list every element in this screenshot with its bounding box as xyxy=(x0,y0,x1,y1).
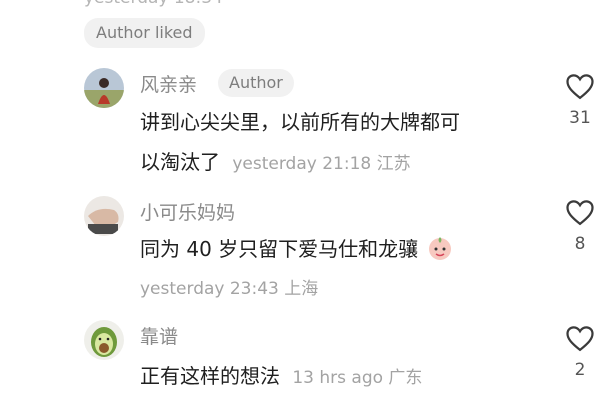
avatar[interactable] xyxy=(84,196,124,236)
avatar[interactable] xyxy=(84,320,124,360)
heart-icon xyxy=(566,326,594,352)
comment-text[interactable]: 正有这样的想法 13 hrs ago 广东 xyxy=(140,360,422,389)
comment-text[interactable]: 讲到心尖尖里，以前所有的大牌都可 xyxy=(140,106,460,135)
comment-text[interactable]: 同为 40 岁只留下爱马仕和龙骧 xyxy=(140,233,453,266)
author-badge: Author xyxy=(218,69,294,97)
peach-face-emoji-icon xyxy=(427,235,453,266)
previous-comment-meta: yesterday 18:34 xyxy=(84,0,223,8)
heart-icon xyxy=(566,74,594,100)
author-liked-badge: Author liked xyxy=(84,18,205,48)
heart-icon xyxy=(566,200,594,226)
comment-text-content: 正有这样的想法 xyxy=(140,364,280,388)
comment-item[interactable]: 小可乐妈妈 同为 40 岁只留下爱马仕和龙骧 yesterday 23:43 上… xyxy=(0,190,600,300)
comment-text-content: 同为 40 岁只留下爱马仕和龙骧 xyxy=(140,237,419,261)
like-count: 2 xyxy=(574,360,586,380)
like-count: 31 xyxy=(569,108,591,128)
comment-meta: 13 hrs ago 广东 xyxy=(292,368,423,388)
like-count: 8 xyxy=(574,234,586,254)
avatar[interactable] xyxy=(84,68,124,108)
hand-photo-avatar-icon xyxy=(84,196,124,236)
comment-meta: yesterday 23:43 上海 xyxy=(140,279,319,299)
like-control[interactable]: 2 xyxy=(560,324,600,380)
avocado-avatar-icon xyxy=(84,320,124,360)
comment-item[interactable]: 风亲亲 Author 讲到心尖尖里，以前所有的大牌都可 以淘汰了 yesterd… xyxy=(0,60,600,174)
comment-item[interactable]: 靠谱 正有这样的想法 13 hrs ago 广东 2 xyxy=(0,318,600,400)
like-control[interactable]: 31 xyxy=(560,72,600,128)
commenter-name[interactable]: 风亲亲 xyxy=(140,70,197,97)
commenter-name[interactable]: 靠谱 xyxy=(140,322,178,349)
like-control[interactable]: 8 xyxy=(560,198,600,254)
comment-meta: yesterday 21:18 江苏 xyxy=(232,154,411,174)
commenter-name[interactable]: 小可乐妈妈 xyxy=(140,198,235,225)
comment-text-line2[interactable]: 以淘汰了 yesterday 21:18 江苏 xyxy=(140,146,411,175)
comment-text-continued: 以淘汰了 xyxy=(140,150,220,174)
person-photo-avatar-icon xyxy=(84,68,124,108)
